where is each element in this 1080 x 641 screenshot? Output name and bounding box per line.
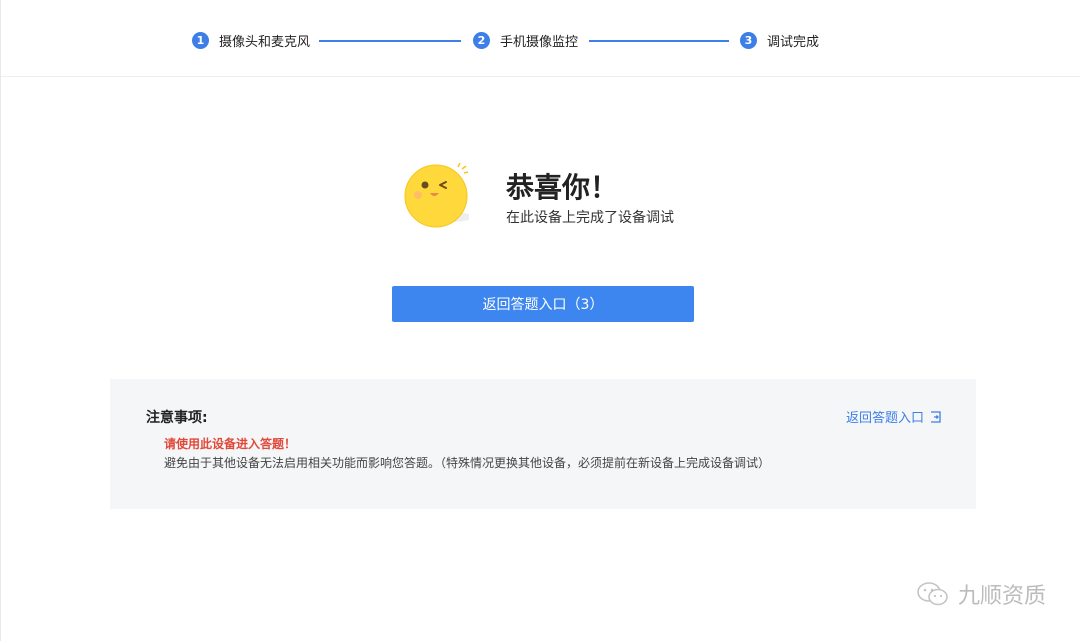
notice-warning: 请使用此设备进入答题！ [164,437,297,451]
step-number: 2 [473,31,490,49]
watermark-text: 九顺资质 [957,584,1046,609]
return-to-answer-link[interactable]: 返回答题入口 [846,407,942,426]
notice-title: 注意事项: [146,410,208,426]
notice-body: 避免由于其他设备无法启用相关功能而影响您答题。（特殊情况更换其他设备，必须提前在… [164,456,771,470]
return-to-answer-button[interactable]: 返回答题入口（3） [392,286,694,322]
winking-emoji-icon [404,163,469,228]
step-1: 1 摄像头和麦克风 [192,30,310,50]
stepper-bar: 1 摄像头和麦克风 2 手机摄像监控 3 调试完成 [1,0,1080,77]
step-connector [589,40,729,42]
step-connector [319,40,461,42]
exit-icon [931,410,941,423]
wechat-icon [917,582,948,606]
step-number: 1 [192,31,209,49]
result-title: 恭喜你！ [506,171,619,204]
step-label: 手机摄像监控 [500,34,579,50]
watermark: 九顺资质 [916,578,1046,610]
result-subtitle: 在此设备上完成了设备调试 [506,210,674,226]
step-number: 3 [740,31,757,49]
step-label: 摄像头和麦克风 [219,34,311,50]
step-3: 3 调试完成 [740,30,819,50]
step-label: 调试完成 [767,34,820,50]
step-2: 2 手机摄像监控 [473,30,578,50]
return-link-label: 返回答题入口 [845,411,924,426]
notice-panel: 注意事项: 返回答题入口 请使用此设备进入答题！ 避免由于其他设备无法启用相关功… [110,379,976,509]
